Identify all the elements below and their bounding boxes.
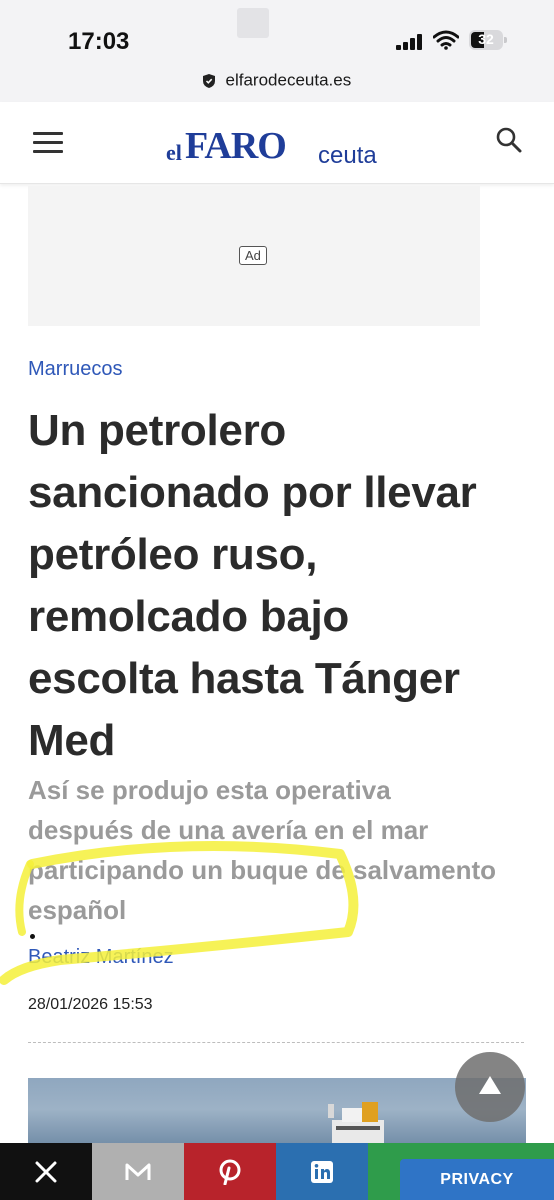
- status-time: 17:03: [68, 28, 130, 55]
- pinterest-icon: [219, 1159, 241, 1185]
- share-linkedin-button[interactable]: [276, 1143, 368, 1200]
- article-date: 28/01/2026 15:53: [28, 996, 153, 1013]
- share-pinterest-button[interactable]: [184, 1143, 276, 1200]
- article-author-link[interactable]: Beatriz Martínez: [28, 946, 174, 969]
- menu-icon[interactable]: [33, 132, 63, 154]
- logo-el: el: [166, 140, 182, 165]
- site-logo[interactable]: el FARO ceuta: [166, 124, 396, 169]
- signal-icon: [396, 34, 426, 50]
- article-subheadline: Así se produjo esta operativa después de…: [28, 775, 497, 925]
- ad-placeholder: Ad: [28, 186, 480, 326]
- search-icon[interactable]: [495, 126, 523, 154]
- bullet-dot: [30, 934, 35, 939]
- scroll-to-top-button[interactable]: [455, 1052, 525, 1122]
- status-bar: 17:03 32: [0, 0, 554, 70]
- logo-faro: FARO: [185, 125, 287, 167]
- share-email-button[interactable]: [92, 1143, 184, 1200]
- privacy-button[interactable]: PRIVACY: [400, 1159, 554, 1200]
- arrow-up-icon: [479, 1076, 501, 1094]
- article-image: [28, 1078, 526, 1148]
- linkedin-icon: [311, 1160, 333, 1183]
- wifi-icon: [433, 30, 459, 50]
- ad-label: Ad: [239, 246, 267, 265]
- shield-icon: [202, 73, 215, 88]
- x-icon: [35, 1161, 57, 1182]
- logo-ceuta: ceuta: [318, 142, 377, 169]
- article-headline: Un petrolero sancionado por llevar petró…: [28, 406, 477, 765]
- battery-icon: 32: [469, 30, 507, 50]
- ship-image: [328, 1102, 384, 1148]
- url-text: elfarodeceuta.es: [225, 70, 352, 90]
- share-x-button[interactable]: [0, 1143, 92, 1200]
- notification-icon: [237, 8, 269, 38]
- divider: [28, 1042, 524, 1043]
- email-icon: [125, 1163, 151, 1180]
- site-header: el FARO ceuta: [0, 102, 554, 184]
- battery-level: 32: [478, 31, 494, 47]
- article-category-link[interactable]: Marruecos: [28, 358, 122, 381]
- address-bar[interactable]: elfarodeceuta.es: [0, 70, 554, 102]
